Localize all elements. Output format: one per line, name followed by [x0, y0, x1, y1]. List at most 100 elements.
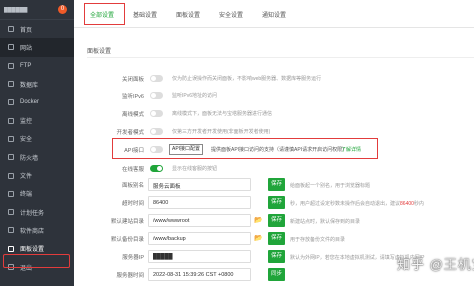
timeout-input[interactable]: 86400	[148, 196, 251, 209]
sidebar-item[interactable]: 面板设置	[0, 240, 74, 258]
sidebar-item-label: 终端	[20, 192, 33, 199]
sidebar-item[interactable]: 终端	[0, 185, 74, 203]
sidebar: ██████ 0 首页网站 FTP 数据库 Docker 监控安全防火墙文件终端计划任务…	[0, 0, 74, 286]
ftp-icon	[8, 62, 14, 69]
learn-more-link[interactable]: 了解详情	[341, 146, 361, 153]
monitor-icon	[8, 117, 14, 124]
setting-panel-alias: 面板别名 服务云面板 保存 给面板起一个别名，用于浏览器标题	[74, 178, 474, 192]
setting-hint: 给面板起一个别名，用于浏览器标题	[290, 183, 371, 189]
save-button[interactable]: 保存	[268, 214, 285, 227]
setting-label: 在线客服	[121, 167, 144, 173]
setting-hint: 仅第三方开发者开发使用(非面板开发者使用)	[172, 129, 271, 135]
section-title: 面板设置	[87, 49, 112, 55]
online-service-toggle[interactable]	[150, 165, 163, 172]
save-button[interactable]: 保存	[268, 178, 285, 191]
tab-basic-settings[interactable]: 基础设置	[133, 10, 157, 19]
panel-alias-input[interactable]: 服务云面板	[148, 178, 251, 191]
server-time-input: 2022-08-31 15:39:26 CST +0800	[148, 268, 251, 281]
dev-mode-toggle[interactable]	[150, 128, 163, 135]
sidebar-item-label: 文件	[20, 174, 33, 181]
sidebar-item[interactable]: 防火墙	[0, 148, 74, 166]
sidebar-item[interactable]: 软件商店	[0, 221, 74, 239]
sidebar-item[interactable]: 首页	[0, 20, 74, 38]
save-button[interactable]: 保存	[268, 250, 285, 263]
api-toggle[interactable]	[150, 146, 163, 153]
tab-panel-settings[interactable]: 面板设置	[176, 10, 200, 19]
home-icon	[8, 26, 14, 33]
setting-timeout: 超时时间 86400 保存 秒，用户超过设定秒数未操作后会自动退出，建议8640…	[74, 196, 474, 210]
save-button[interactable]: 保存	[268, 232, 285, 245]
clock-icon	[8, 209, 14, 216]
sidebar-item-label: 计划任务	[20, 210, 45, 217]
setting-label: 超时时间	[121, 201, 144, 207]
tab-security-settings[interactable]: 安全设置	[219, 10, 243, 19]
setting-default-backup-dir: 默认备份目录 /www/backup 📂 保存 用于存放备份文件的目录	[74, 232, 474, 246]
folder-icon[interactable]: 📂	[254, 216, 264, 225]
api-config-button[interactable]: API接口配置	[169, 144, 204, 155]
sidebar-item[interactable]: FTP	[0, 57, 74, 75]
store-icon	[8, 227, 14, 234]
watermark: 知乎 @王机宝贝	[397, 257, 474, 272]
setting-label: 开发者模式	[116, 130, 144, 136]
sidebar-item[interactable]: 安全	[0, 130, 74, 148]
setting-hint: 用于存放备份文件的目录	[290, 237, 346, 243]
sidebar-item[interactable]: Docker	[0, 93, 74, 111]
sidebar-item[interactable]: 文件	[0, 166, 74, 184]
sync-button[interactable]: 同步	[268, 268, 285, 281]
setting-hint: 提供面板API接口访问的支持（请谨慎API请求开启访问权限）	[211, 147, 348, 153]
docker-icon	[8, 99, 14, 106]
database-icon	[8, 81, 14, 88]
offline-mode-toggle[interactable]	[150, 110, 163, 117]
setting-hint: 仅为防止误操作而关闭面板，不影响web服务器、数据库等服务运行	[172, 76, 322, 82]
hint-text: 秒，用户超过设定秒数未操作后会自动退出，建议	[290, 201, 401, 207]
close-panel-toggle[interactable]	[150, 75, 163, 82]
server-ip-input[interactable]: █████	[148, 250, 251, 263]
setting-api: API接口 API接口配置 提供面板API接口访问的支持（请谨慎API请求开启访…	[74, 143, 474, 157]
sidebar-item-label: 监控	[20, 119, 33, 126]
folder-icon	[8, 172, 14, 179]
sidebar-item-label: 数据库	[20, 82, 39, 89]
sidebar-item[interactable]: 监控	[0, 111, 74, 129]
setting-label: 关闭面板	[121, 77, 144, 83]
settings-tabs: 全部设置 基础设置 面板设置 安全设置 通知设置	[74, 0, 474, 28]
notification-badge[interactable]: 0	[58, 5, 67, 14]
setting-hint: 监听IPv6地址的访问	[172, 93, 218, 99]
sidebar-item[interactable]: 退出	[0, 258, 74, 276]
section-divider	[87, 57, 474, 58]
setting-label: 服务器时间	[116, 273, 144, 279]
sidebar-item-label: 首页	[20, 27, 33, 34]
sidebar-item-label: 安全	[20, 137, 33, 144]
setting-label: API接口	[124, 148, 144, 154]
globe-icon	[8, 44, 14, 51]
sidebar-item[interactable]: 网站	[0, 38, 74, 57]
folder-icon[interactable]: 📂	[254, 234, 264, 243]
setting-dev-mode: 开发者模式 仅第三方开发者开发使用(非面板开发者使用)	[74, 125, 474, 139]
sidebar-item-label: 防火墙	[20, 155, 39, 162]
setting-label: 默认建站目录	[110, 219, 144, 225]
main-content: 全部设置 基础设置 面板设置 安全设置 通知设置 面板设置 关闭面板 仅为防止误…	[74, 0, 474, 286]
setting-default-site-dir: 默认建站目录 /www/wwwroot 📂 保存 新建站点时，默认保存到的目录	[74, 214, 474, 228]
sidebar-item-label: FTP	[20, 62, 32, 69]
firewall-icon	[8, 154, 14, 161]
hint-value: 86400	[400, 201, 414, 207]
backup-dir-input[interactable]: /www/backup	[148, 232, 251, 245]
tab-notify-settings[interactable]: 通知设置	[262, 10, 286, 19]
setting-label: 服务器IP	[122, 255, 144, 261]
setting-label: 监听IPv6	[121, 94, 144, 100]
setting-online-service: 在线客服 显示在线客服的按钮	[74, 162, 474, 176]
save-button[interactable]: 保存	[268, 196, 285, 209]
sidebar-item[interactable]: 数据库	[0, 75, 74, 93]
tab-all-settings[interactable]: 全部设置	[90, 10, 114, 19]
setting-hint: 离线模式下，面板无法与宝塔服务器进行通信	[172, 111, 273, 117]
setting-hint: 显示在线客服的按钮	[172, 166, 218, 172]
sidebar-header: ██████ 0	[0, 0, 74, 20]
ipv6-toggle[interactable]	[150, 92, 163, 99]
sidebar-item-label: 面板设置	[20, 247, 45, 254]
setting-label: 离线模式	[121, 112, 144, 118]
gear-icon	[8, 245, 14, 252]
sidebar-item[interactable]: 计划任务	[0, 203, 74, 221]
setting-hint: 秒，用户超过设定秒数未操作后会自动退出，建议86400秒内	[290, 200, 424, 207]
site-dir-input[interactable]: /www/wwwroot	[148, 214, 251, 227]
sidebar-item-label: 退出	[20, 265, 33, 272]
setting-listen-ipv6: 监听IPv6 监听IPv6地址的访问	[74, 89, 474, 103]
